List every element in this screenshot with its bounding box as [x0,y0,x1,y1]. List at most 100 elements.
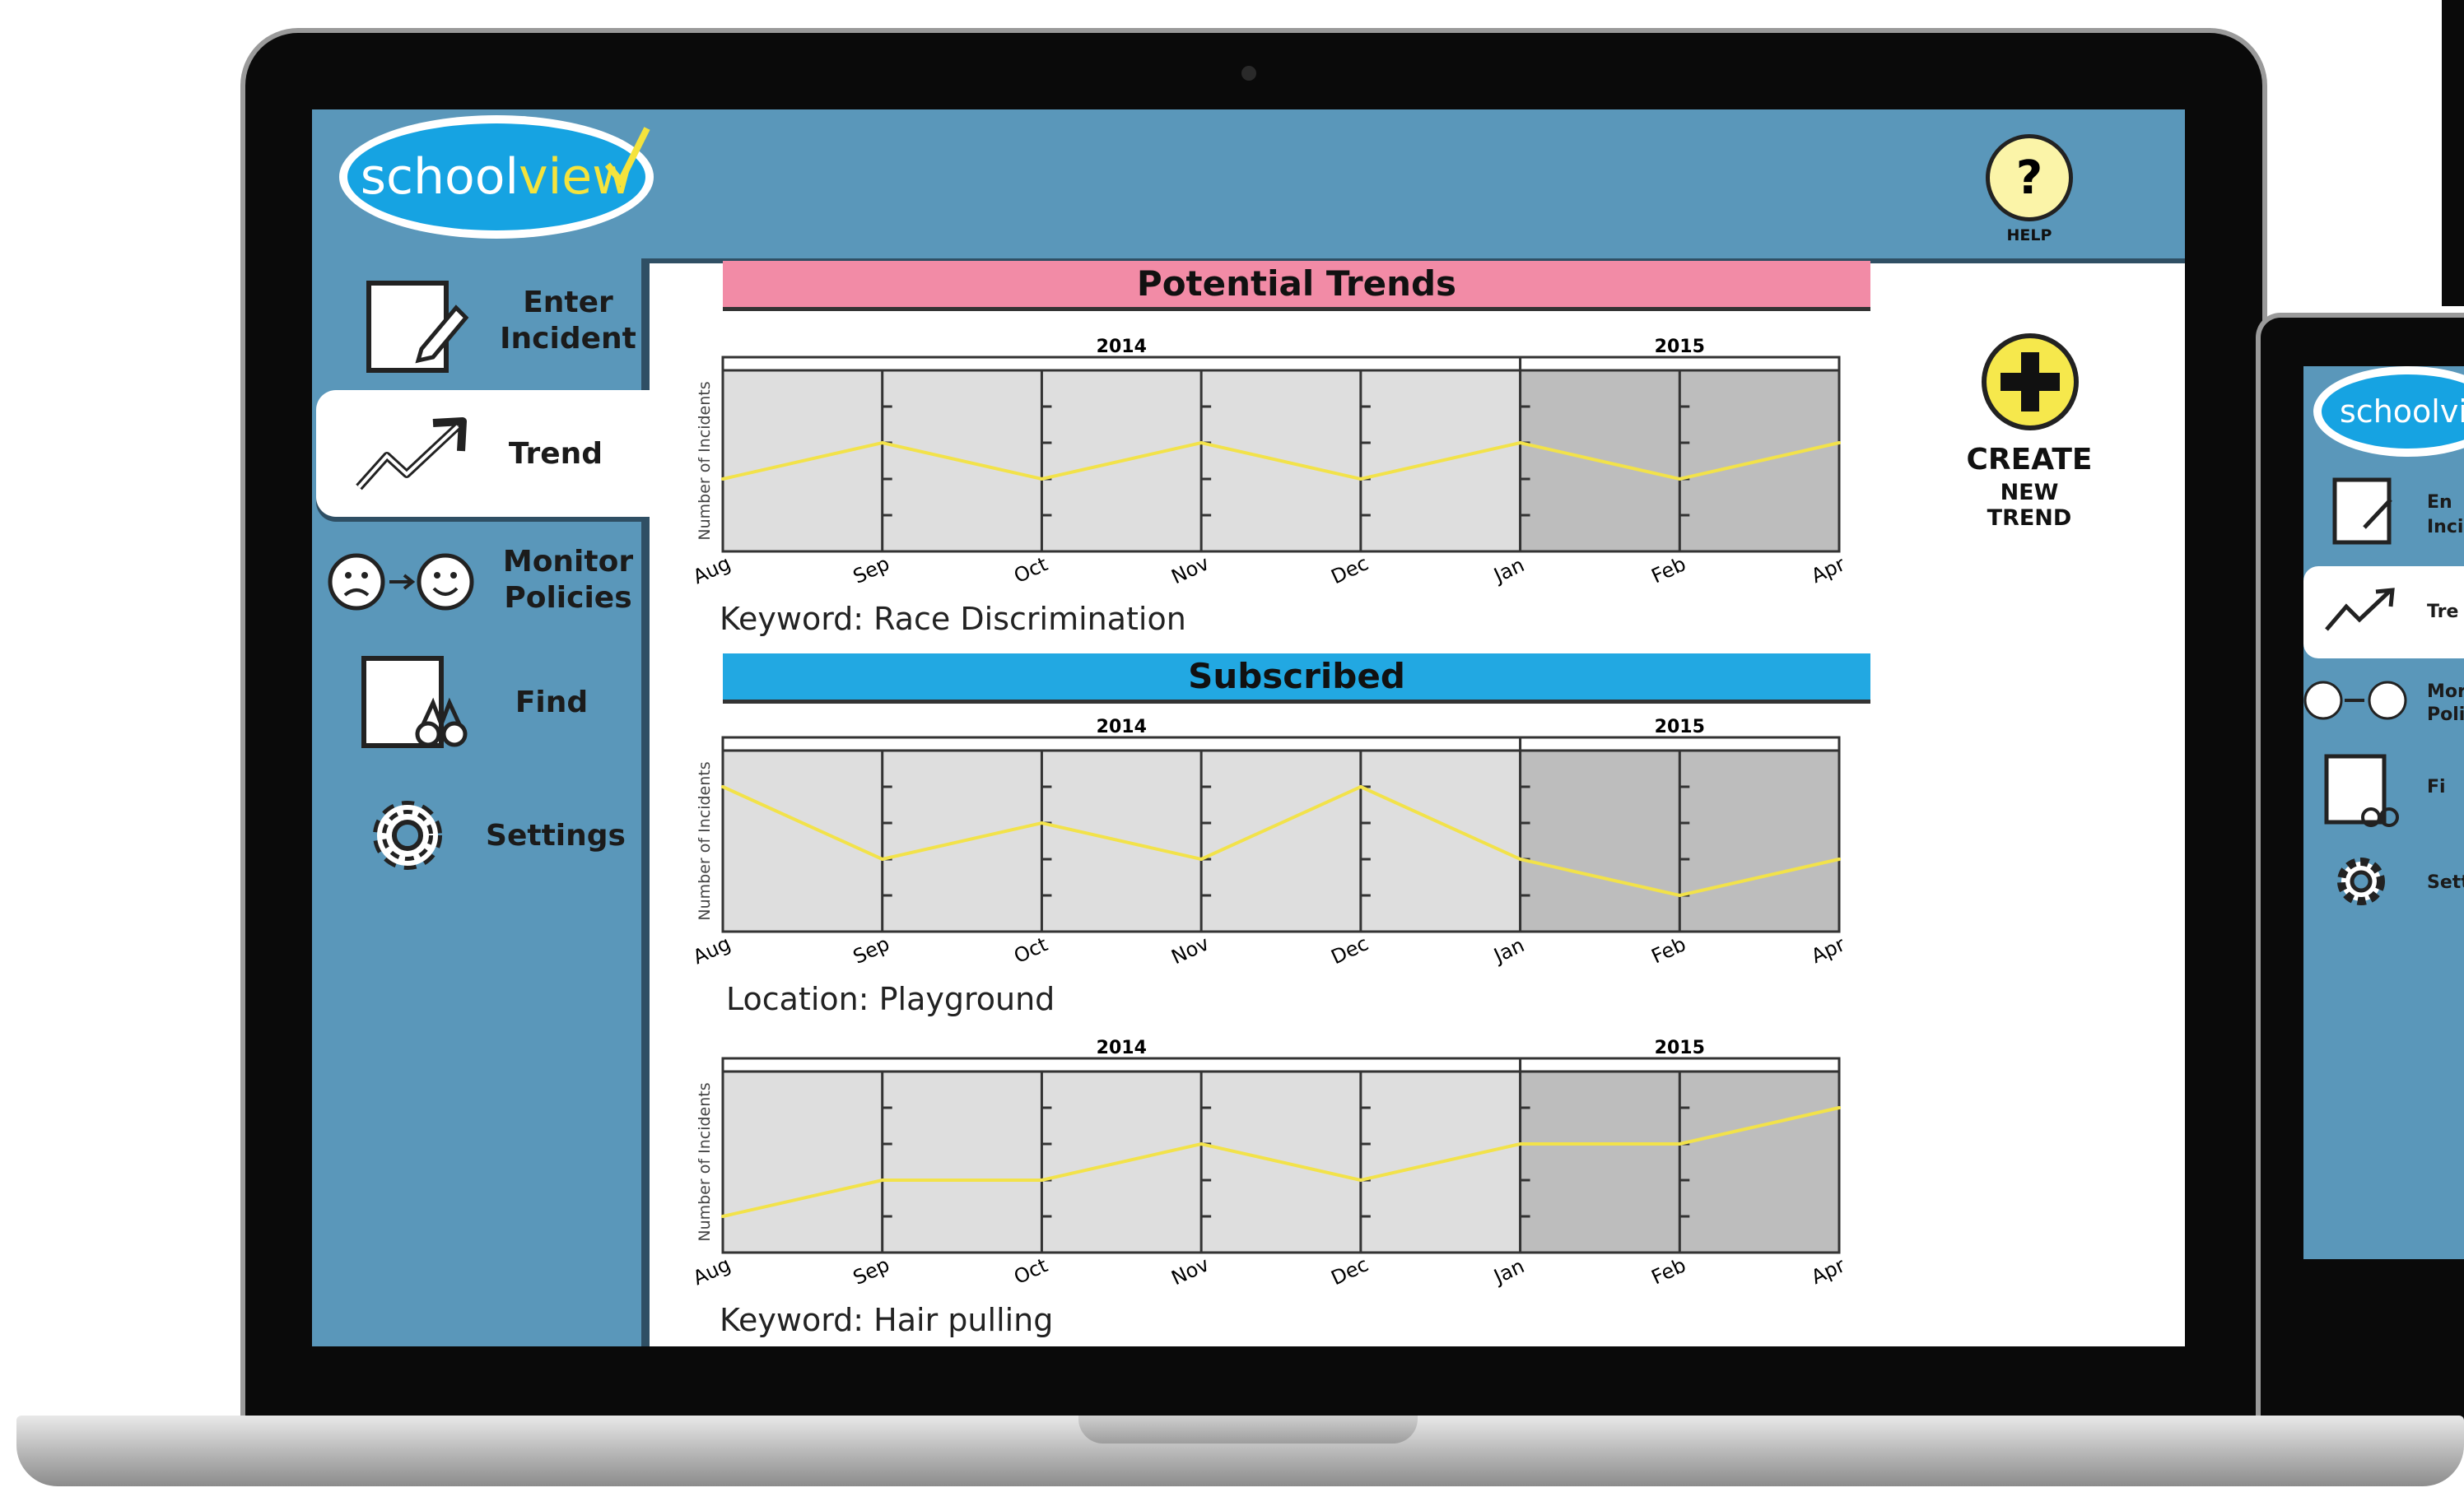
chart-caption: Keyword: Race Discrimination [720,601,1186,637]
year-label: 2014 [1097,337,1147,357]
x-tick-label: Sep [850,1253,893,1290]
gear-icon [373,801,442,870]
data-point [1518,441,1522,444]
x-tick-label: Aug [689,932,734,969]
trend-chart-3[interactable]: 2014 2015 Number of Incidents Aug Sep Oct Nov D… [689,1030,1875,1351]
x-tick-label: Nov [1168,932,1213,969]
data-point [1838,441,1841,444]
laptop-base-notch [1078,1416,1418,1444]
x-tick-label: Oct [1010,932,1050,968]
chart-plot: 2014 2015 Number of Incidents Aug Sep Oct Nov D… [689,337,1849,588]
data-point [1358,477,1362,481]
data-point [1518,858,1522,861]
sad-to-happy-icon [328,553,474,611]
data-point [1838,1106,1841,1109]
data-point [1358,1179,1362,1182]
sidebar-item-enter-incident[interactable]: Enter Incident [346,272,642,379]
data-point [1199,441,1204,444]
x-tick-label: Apr [1808,932,1849,968]
second-nav-label: Mor [2427,681,2464,702]
help-button[interactable]: ? [1986,134,2073,221]
data-point [1040,477,1044,481]
plus-icon [1982,333,2079,430]
second-nav-label: Fi [2427,777,2446,797]
x-tick-label: Feb [1648,932,1689,968]
data-point [1678,477,1682,481]
y-axis-label: Number of Incidents [696,381,714,540]
second-nav-label: Poli [2427,704,2464,725]
x-tick-label: Aug [689,1253,734,1290]
second-sad-to-happy-icon [2303,681,2407,720]
data-point [1358,785,1362,788]
trend-arrow-icon [356,417,467,490]
x-tick-label: Jan [1489,933,1528,968]
year-label: 2015 [1655,337,1705,357]
year-label: 2014 [1097,717,1147,737]
data-point [721,785,724,788]
data-point [721,477,724,481]
x-tick-label: Jan [1489,1254,1528,1289]
second-nav-label: Sett [2427,872,2464,893]
x-tick-label: Apr [1808,1253,1849,1289]
x-tick-label: Aug [689,551,734,588]
trend-chart-2[interactable]: 2014 2015 Number of Incidents Aug Sep Oct Nov D… [689,709,1875,1030]
sidebar-item-find[interactable]: Find [354,650,642,757]
background-device-edge [2442,0,2464,306]
year-header [721,736,1841,752]
year-header [721,1057,1841,1073]
data-point [1838,858,1841,861]
second-nav-label: Inci [2427,517,2464,537]
data-point [1199,858,1204,861]
create-new-trend-button[interactable]: CREATE NEW TREND [1959,329,2099,531]
second-pencil-note-icon [2332,477,2392,545]
year-label: 2014 [1097,1038,1147,1058]
sidebar-item-monitor-policies[interactable]: Monitor Policies [325,539,646,621]
year-header [721,356,1841,372]
second-logo: schoolvi [2313,366,2464,457]
second-gear-icon [2337,858,2385,905]
sidebar-item-label: Policies [504,581,632,615]
trend-chart-1[interactable]: 2014 2015 Number of Incidents Aug Sep Oct Nov D… [689,329,1875,650]
sidebar-item-settings[interactable]: Settings [362,790,642,881]
data-point [1678,1142,1682,1146]
chart-caption: Keyword: Hair pulling [720,1302,1054,1338]
data-point [1040,1179,1044,1182]
logo-checkmark-icon [604,127,650,188]
chart-plot: 2014 2015 Number of Incidents Aug Sep Oct Nov D… [689,717,1849,969]
data-point [1678,894,1682,897]
help-label: HELP [2006,226,2052,244]
sidebar-item-label: Find [515,686,589,719]
second-nav-label: Tre [2427,602,2459,622]
sidebar-item-label: Incident [500,322,636,356]
x-tick-label: Dec [1328,551,1372,588]
x-tick-label: Apr [1808,552,1849,588]
second-trend-arrow-icon [2325,588,2395,631]
data-point [880,441,884,444]
create-label-line1: CREATE [1966,443,2093,477]
data-point [1040,821,1044,825]
x-tick-label: Oct [1010,552,1050,588]
data-point [1518,1142,1522,1146]
x-tick-label: Dec [1328,1253,1372,1290]
x-tick-label: Nov [1168,551,1213,588]
data-point [880,858,884,861]
x-tick-label: Feb [1648,1253,1689,1289]
year-label: 2015 [1655,1038,1705,1058]
x-tick-label: Oct [1010,1253,1050,1289]
create-label-line2: NEW TREND [1987,480,2072,531]
potential-trends-banner: Potential Trends [723,261,1870,311]
x-tick-label: Jan [1489,553,1528,588]
x-tick-label: Sep [850,932,893,969]
chart-plot: 2014 2015 Number of Incidents Aug Sep Oct Nov D… [689,1038,1849,1290]
x-tick-label: Sep [850,552,893,588]
second-nav-label: En [2427,492,2452,513]
y-axis-label: Number of Incidents [696,761,714,920]
sidebar-item-label: Trend [508,437,603,471]
second-binoculars-icon [2324,754,2399,827]
x-tick-label: Nov [1168,1253,1213,1290]
y-axis-label: Number of Incidents [696,1082,714,1241]
logo-school-text: school [360,148,519,206]
pencil-note-icon [366,281,469,373]
second-logo-text: schoolvi [2322,374,2464,449]
schoolview-logo[interactable]: school view [339,115,654,239]
